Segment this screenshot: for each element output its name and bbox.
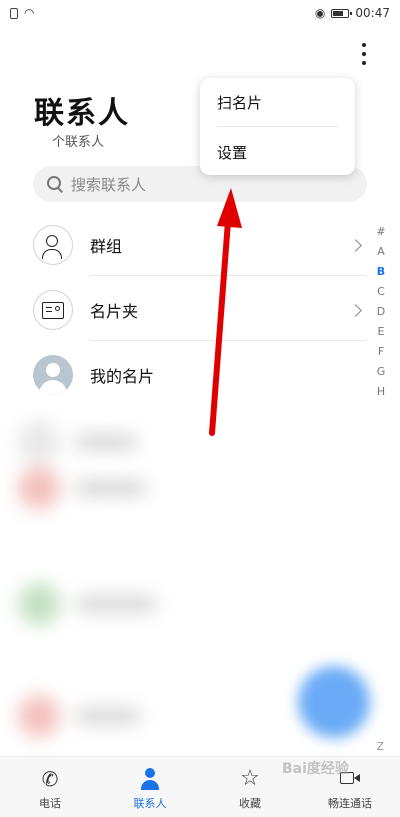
business-card-holder-row[interactable]: 名片夹 [0,279,380,341]
menu-item-scan-card[interactable]: 扫名片 [217,92,262,113]
battery-icon [331,8,353,18]
avatar [33,355,73,395]
tab-contacts[interactable]: 联系人 [100,757,200,817]
status-time: 00:47 [355,6,390,20]
business-card-holder-label: 名片夹 [90,302,139,321]
phone-icon: ✆ [41,767,59,791]
alpha-index-letter[interactable]: B [377,262,385,282]
status-right: ◉ 00:47 [315,6,390,20]
menu-item-settings[interactable]: 设置 [217,142,247,163]
tab-phone-label: 电话 [39,797,61,810]
business-card-icon [33,290,73,330]
sim-card-icon [10,7,18,19]
tab-contacts-label: 联系人 [133,797,167,810]
alpha-index-letter[interactable]: G [377,362,386,382]
alpha-index-letter[interactable]: # [376,222,385,242]
alpha-index-letter[interactable]: H [377,382,385,402]
tab-phone[interactable]: ✆ 电话 [0,757,100,817]
contacts-icon [138,767,162,791]
groups-label: 群组 [90,237,123,256]
overflow-menu: 扫名片 设置 [200,78,355,175]
more-options-icon[interactable] [352,40,376,68]
alpha-index-letter[interactable]: E [378,322,385,342]
add-contact-button[interactable] [298,666,370,738]
my-card-row[interactable]: 我的名片 [0,344,380,406]
my-card-label: 我的名片 [90,367,155,386]
contact-count: 个联系人 [52,135,105,150]
tab-meetime-label: 畅连通话 [328,797,372,810]
watermark: Bai度经验 [282,761,349,777]
divider [90,340,366,341]
alphabet-index[interactable]: # A B C D E F G H [376,222,386,402]
page-title: 联系人 [34,96,130,131]
search-icon [47,176,63,192]
tab-favorites-label: 收藏 [239,797,261,810]
menu-divider [217,126,339,127]
search-placeholder: 搜索联系人 [71,175,147,194]
alpha-index-letter[interactable]: C [377,282,385,302]
groups-row[interactable]: 群组 [0,214,380,276]
alpha-index-letter[interactable]: D [377,302,385,322]
alpha-index-letter[interactable]: F [378,342,384,362]
star-icon: ☆ [240,766,260,791]
status-bar: ◠ ◉ 00:47 [0,0,400,26]
alpha-index-letter[interactable]: A [377,242,385,262]
status-left: ◠ [10,6,34,20]
divider [90,275,366,276]
eye-icon: ◉ [314,6,326,20]
groups-icon [33,225,73,265]
wifi-icon: ◠ [24,6,35,20]
chevron-right-icon [349,303,362,317]
chevron-right-icon [349,238,362,252]
